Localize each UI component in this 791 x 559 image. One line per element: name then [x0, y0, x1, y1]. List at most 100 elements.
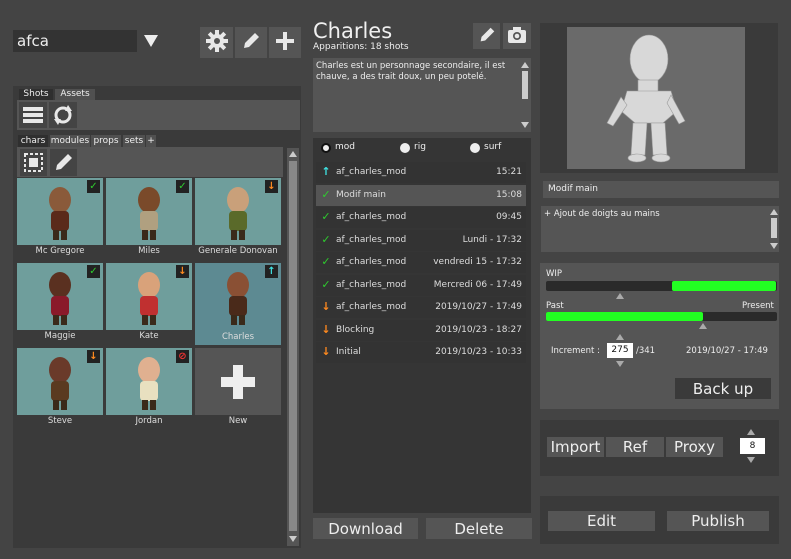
- version-row[interactable]: ✓ af_charles_mod Lundi - 17:32: [316, 229, 526, 251]
- version-row[interactable]: ↓ af_charles_mod 2019/10/27 - 17:49: [316, 297, 526, 318]
- version-row[interactable]: ✓ af_charles_mod Mercredi 06 - 17:49: [316, 274, 526, 296]
- version-row[interactable]: ↓ Blocking 2019/10/23 - 18:27: [316, 319, 526, 341]
- chevron-down-icon[interactable]: [141, 32, 161, 50]
- asset-name: Steve: [47, 416, 73, 426]
- wip-marker[interactable]: [615, 292, 625, 300]
- version-name: Blocking: [336, 324, 375, 335]
- increment-input[interactable]: 275: [607, 343, 633, 358]
- asset-thumbnail[interactable]: ↑ Charles: [195, 263, 281, 345]
- camera-icon: [507, 26, 527, 47]
- add-category-tab[interactable]: +: [146, 135, 156, 147]
- version-name: af_charles_mod: [336, 279, 407, 290]
- asset-thumbnail[interactable]: ✓ Mc Gregore: [17, 178, 103, 260]
- version-time: 2019/10/23 - 18:27: [435, 324, 522, 335]
- asset-name: Maggie: [44, 331, 76, 341]
- project-name: afca: [13, 30, 137, 52]
- import-button[interactable]: Import: [547, 437, 604, 457]
- delete-button[interactable]: Delete: [426, 518, 532, 539]
- version-comment-box[interactable]: + Ajout de doigts au mains: [541, 206, 779, 252]
- tab-props[interactable]: props: [91, 135, 121, 147]
- list-view-button[interactable]: [19, 102, 47, 128]
- version-title-field: Modif main: [543, 181, 779, 198]
- asset-name: Charles: [195, 330, 281, 345]
- timeline-marker[interactable]: [698, 322, 708, 330]
- asset-name: New: [228, 416, 248, 426]
- plus-icon: [274, 30, 296, 55]
- department-surf[interactable]: surf: [470, 142, 530, 154]
- asset-thumbnail[interactable]: ⊘ Jordan: [106, 348, 192, 430]
- project-dropdown[interactable]: afca: [13, 30, 163, 52]
- refresh-button[interactable]: [49, 102, 77, 128]
- wip-bar: [546, 281, 777, 291]
- up-status-icon: ↑: [321, 165, 331, 178]
- count-input[interactable]: 8: [740, 438, 765, 454]
- asset-name: Miles: [138, 246, 160, 256]
- asset-scrollbar[interactable]: [287, 148, 299, 546]
- asset-name: Kate: [139, 331, 159, 341]
- comment-scrollbar[interactable]: [769, 207, 779, 251]
- description-box[interactable]: Charles est un personnage secondaire, il…: [313, 58, 531, 132]
- description-scrollbar[interactable]: [520, 59, 530, 131]
- version-row[interactable]: ↓ Initial 2019/10/23 - 10:33: [316, 342, 526, 363]
- select-all-button[interactable]: [20, 149, 47, 176]
- description-text: Charles est un personnage secondaire, il…: [316, 61, 506, 82]
- increment-up-arrow[interactable]: [615, 333, 625, 341]
- tab-shots[interactable]: Shots: [19, 89, 53, 100]
- tab-assets[interactable]: Assets: [55, 89, 95, 100]
- down-status-icon: ↓: [87, 350, 100, 363]
- wip-bar-fill: [672, 281, 776, 291]
- department-rig-label: rig: [414, 142, 426, 152]
- asset-name: Mc Gregore: [35, 246, 85, 256]
- edit-asset-button[interactable]: [473, 23, 500, 49]
- check-status-icon: ✓: [321, 210, 331, 223]
- tab-sets[interactable]: sets: [123, 135, 145, 147]
- screenshot-button[interactable]: [503, 23, 531, 49]
- count-up-arrow[interactable]: [746, 428, 756, 436]
- count-down-arrow[interactable]: [746, 456, 756, 464]
- scroll-thumb[interactable]: [289, 161, 297, 531]
- proxy-button[interactable]: Proxy: [666, 437, 723, 457]
- asset-thumbnail[interactable]: ↓ Steve: [17, 348, 103, 430]
- version-time: 2019/10/23 - 10:33: [435, 347, 522, 357]
- down-status-icon: ↓: [265, 180, 278, 193]
- version-row[interactable]: ✓ af_charles_mod vendredi 15 - 17:32: [316, 252, 526, 273]
- backup-button[interactable]: Back up: [675, 378, 771, 399]
- tab-modules[interactable]: modules: [50, 135, 90, 147]
- edit-asset-main-button[interactable]: Edit: [548, 511, 655, 531]
- down-status-icon: ↓: [321, 322, 331, 336]
- version-row[interactable]: ↑ af_charles_mod 15:21: [316, 162, 526, 183]
- list-icon: [19, 107, 47, 131]
- department-mod[interactable]: mod: [321, 142, 381, 154]
- down-status-icon: ↓: [176, 265, 189, 278]
- settings-button[interactable]: [200, 27, 233, 58]
- asset-thumbnail[interactable]: ↓ Generale Donovan: [195, 178, 281, 260]
- asset-thumbnail[interactable]: ↓ Kate: [106, 263, 192, 345]
- forbidden-status-icon: ⊘: [176, 350, 189, 363]
- publish-button[interactable]: Publish: [667, 511, 769, 531]
- ref-button[interactable]: Ref: [606, 437, 664, 457]
- edit-category-button[interactable]: [50, 149, 77, 176]
- asset-appearances: Apparitions: 18 shots: [313, 42, 409, 52]
- version-name: af_charles_mod: [336, 212, 407, 222]
- department-rig[interactable]: rig: [400, 142, 460, 154]
- gear-icon: [205, 29, 229, 56]
- asset-thumbnail[interactable]: ✓ Miles: [106, 178, 192, 260]
- radio-icon: [470, 143, 480, 153]
- asset-thumbnail[interactable]: New: [195, 348, 281, 430]
- add-button[interactable]: [269, 27, 301, 58]
- version-comment-text: + Ajout de doigts au mains: [544, 209, 660, 219]
- tab-chars[interactable]: chars: [18, 135, 48, 147]
- scroll-up-arrow[interactable]: [288, 149, 298, 159]
- increment-down-arrow[interactable]: [615, 360, 625, 368]
- refresh-icon: [49, 105, 77, 131]
- download-button[interactable]: Download: [313, 518, 418, 539]
- edit-button[interactable]: [235, 27, 267, 58]
- version-row[interactable]: ✓ Modif main 15:08: [316, 184, 526, 206]
- check-status-icon: ✓: [87, 180, 100, 193]
- check-status-icon: ✓: [321, 277, 331, 291]
- scroll-down-arrow[interactable]: [288, 534, 298, 544]
- version-name: Initial: [336, 347, 361, 357]
- version-row[interactable]: ✓ af_charles_mod 09:45: [316, 207, 526, 228]
- radio-selected-icon: [321, 143, 331, 153]
- asset-thumbnail[interactable]: ✓ Maggie: [17, 263, 103, 345]
